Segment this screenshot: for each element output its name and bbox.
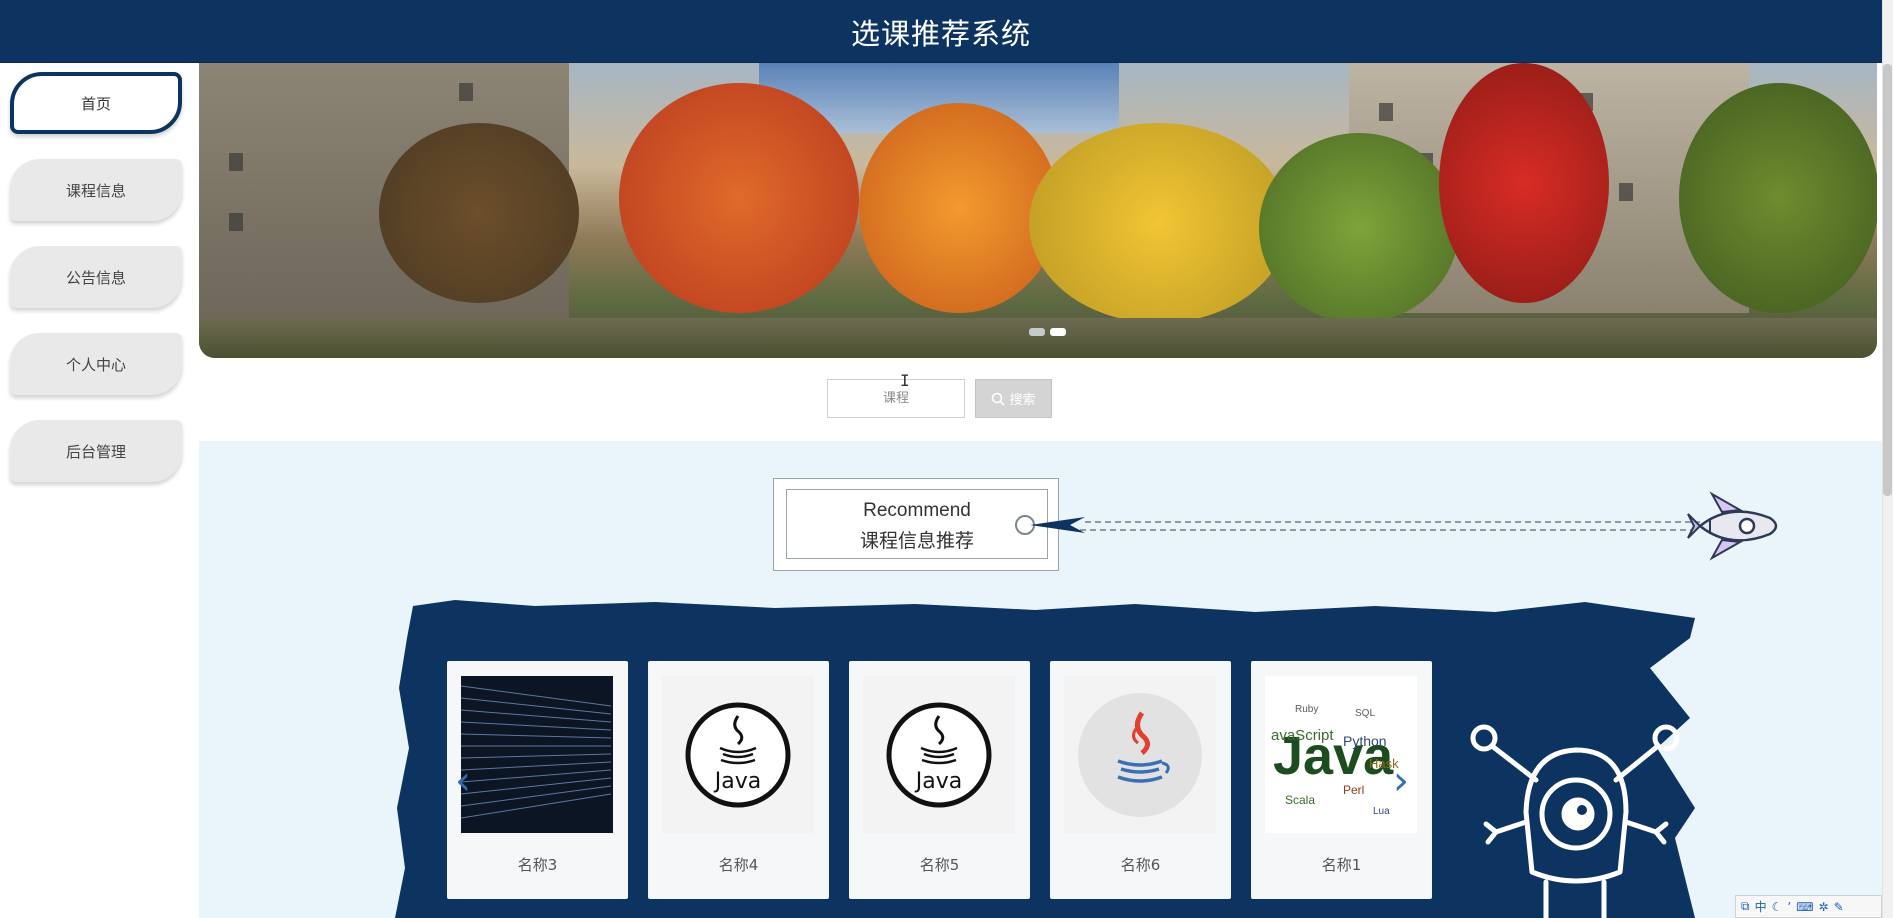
rocket-icon <box>1687 491 1778 561</box>
recommend-title-box: Recommend 课程信息推荐 <box>786 489 1048 559</box>
course-card[interactable]: Java 名称4 <box>648 661 829 899</box>
sidebar-item-announcements[interactable]: 公告信息 <box>10 246 182 308</box>
tree <box>1029 123 1289 323</box>
input-method-icon[interactable]: ⧉ <box>1741 899 1750 914</box>
course-card[interactable]: 名称3 <box>447 661 628 899</box>
svg-text:avaScript: avaScript <box>1271 727 1334 744</box>
text-cursor-icon: I <box>900 371 910 390</box>
sidebar: 首页 课程信息 公告信息 个人中心 后台管理 <box>0 63 198 918</box>
banner-carousel[interactable] <box>199 63 1877 358</box>
sidebar-item-label: 公告信息 <box>65 268 126 287</box>
svg-text:SQL: SQL <box>1355 708 1375 719</box>
svg-text:Scala: Scala <box>1285 793 1315 807</box>
tree <box>1439 63 1609 303</box>
search-input[interactable]: 课程 <box>827 379 965 418</box>
header-bar: 选课推荐系统 <box>0 0 1882 63</box>
sidebar-item-label: 首页 <box>80 94 111 113</box>
sidebar-item-label: 后台管理 <box>65 442 126 461</box>
chevron-right-icon[interactable]: › <box>1393 758 1409 804</box>
search-bar: 课程 搜索 <box>827 379 1052 418</box>
course-name: 名称6 <box>1120 856 1161 874</box>
recommend-title-en: Recommend <box>863 500 971 521</box>
course-name: 名称5 <box>919 856 960 874</box>
sidebar-item-personal-center[interactable]: 个人中心 <box>10 333 182 395</box>
svg-text:Java: Java <box>914 769 962 794</box>
tree <box>859 103 1059 313</box>
course-image-code-wall <box>461 676 613 833</box>
scrollbar-thumb[interactable] <box>1883 64 1892 496</box>
sidebar-item-admin[interactable]: 后台管理 <box>10 420 182 482</box>
moon-icon[interactable]: ☾ <box>1772 900 1783 914</box>
monster-mascot-icon <box>1470 724 1680 918</box>
java-logo-icon: Java <box>662 676 814 833</box>
tree <box>619 83 859 313</box>
course-card[interactable]: Java 名称5 <box>849 661 1030 899</box>
settings-icon[interactable]: ✲ <box>1819 900 1829 914</box>
sidebar-item-home[interactable]: 首页 <box>10 72 182 134</box>
java-logo-icon: Java <box>863 676 1015 833</box>
tree <box>379 123 579 303</box>
course-name: 名称4 <box>718 856 759 874</box>
rocket-trail <box>1015 491 1778 561</box>
search-button[interactable]: 搜索 <box>975 379 1052 418</box>
svg-text:Python: Python <box>1343 733 1387 749</box>
course-name: 名称1 <box>1321 856 1362 874</box>
banner-ground <box>199 318 1877 358</box>
chevron-left-icon[interactable]: ‹ <box>455 758 471 804</box>
carousel-dot-active[interactable] <box>1050 328 1066 336</box>
svg-text:Java: Java <box>713 769 761 794</box>
sidebar-item-label: 课程信息 <box>65 181 126 200</box>
java-cup-icon <box>1064 676 1216 833</box>
keyboard-icon[interactable]: ⌨ <box>1796 900 1813 914</box>
system-tray: ⧉ 中 ☾ ʼ ⌨ ✲ ✎ <box>1735 895 1882 918</box>
wrench-icon[interactable]: ✎ <box>1834 900 1844 914</box>
carousel-dot[interactable] <box>1029 328 1045 336</box>
page-title: 选课推荐系统 <box>850 17 1031 51</box>
search-button-label: 搜索 <box>1009 393 1036 408</box>
search-icon <box>992 392 1006 406</box>
svg-text:Lua: Lua <box>1373 806 1390 817</box>
recommend-title-cn: 课程信息推荐 <box>859 530 974 552</box>
input-language[interactable]: 中 <box>1755 898 1767 915</box>
sidebar-item-course-info[interactable]: 课程信息 <box>10 159 182 221</box>
course-card[interactable]: 名称6 <box>1050 661 1231 899</box>
sidebar-item-label: 个人中心 <box>65 355 126 374</box>
course-carousel: 名称3 Java 名称4 Java 名称5 名称6 Java avaScript… <box>447 661 1432 899</box>
svg-text:Perl: Perl <box>1343 783 1364 797</box>
tree <box>1679 83 1877 313</box>
course-name: 名称3 <box>517 856 558 874</box>
carousel-indicators <box>1029 328 1066 336</box>
svg-text:Ruby: Ruby <box>1295 704 1318 715</box>
tree <box>1259 133 1459 323</box>
punctuation-icon[interactable]: ʼ <box>1787 900 1791 914</box>
java-word-cloud-image: Java avaScript Python Hask Ruby SQL Scal… <box>1265 676 1417 833</box>
